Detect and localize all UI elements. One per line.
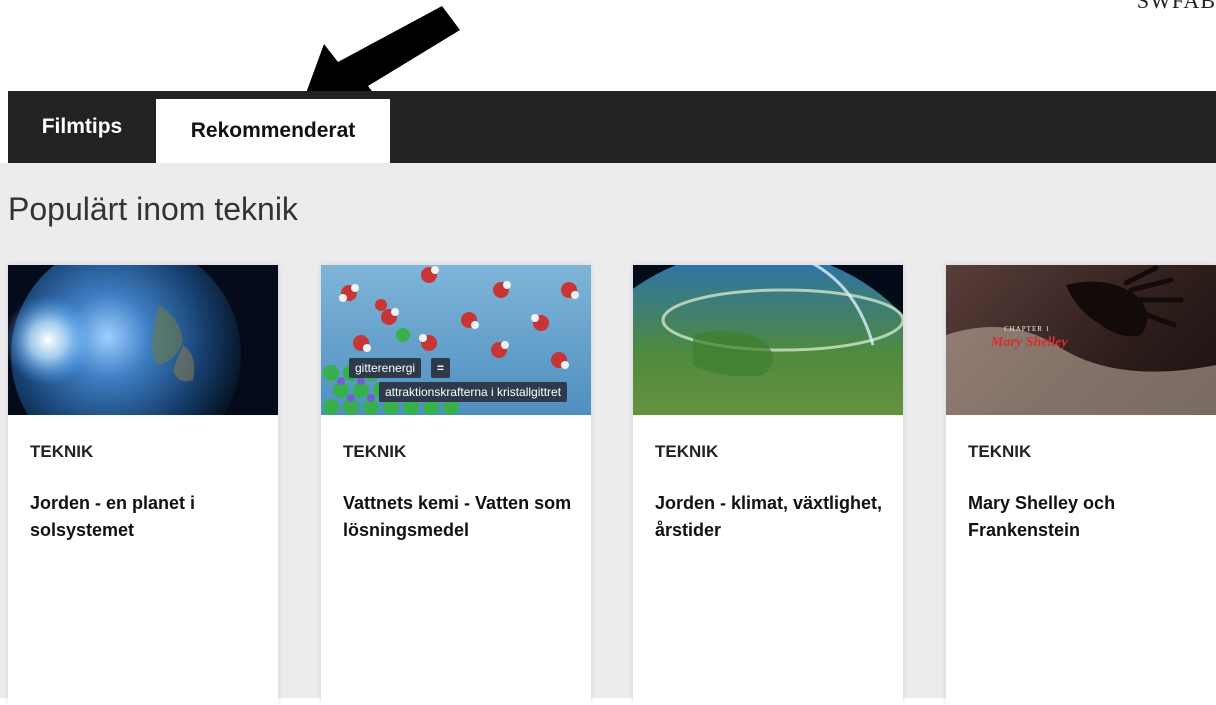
card-category: TEKNIK: [30, 442, 94, 461]
video-thumbnail: [8, 265, 278, 415]
formula-description: attraktionskrafterna i kristallgittret: [379, 382, 568, 402]
video-card[interactable]: CHAPTER 1 Mary Shelley TEKNIK Mary Shell…: [946, 265, 1216, 705]
card-category: TEKNIK: [968, 442, 1032, 461]
formula-label: gitterenergi: [349, 358, 422, 378]
video-thumbnail: CHAPTER 1 Mary Shelley: [946, 265, 1216, 415]
tab-rekommenderat[interactable]: Rekommenderat: [156, 99, 390, 163]
poster-title: Mary Shelley: [991, 335, 1068, 350]
video-thumbnail: [633, 265, 903, 415]
card-title: Vattnets kemi - Vatten som lösningsmedel: [343, 493, 572, 540]
card-title: Mary Shelley och Frankenstein: [968, 493, 1116, 540]
top-nav: Filmtips Rekommenderat: [8, 91, 1216, 163]
card-title: Jorden - en planet i solsystemet: [30, 493, 196, 540]
corner-label: SWFAB: [1136, 0, 1216, 13]
card-category: TEKNIK: [343, 442, 407, 461]
video-card[interactable]: gitterenergi = attraktionskrafterna i kr…: [321, 265, 591, 705]
main-content: Populärt inom teknik TEKNIK Jorden - en …: [0, 163, 1216, 705]
video-thumbnail: gitterenergi = attraktionskrafterna i kr…: [321, 265, 591, 415]
tab-label: Filmtips: [41, 115, 123, 138]
card-category: TEKNIK: [655, 442, 719, 461]
tab-label: Rekommenderat: [190, 119, 356, 142]
equals-symbol: =: [431, 358, 451, 378]
card-title: Jorden - klimat, växtlighet, årstider: [655, 493, 883, 540]
chapter-label: CHAPTER 1: [1004, 325, 1051, 333]
video-card[interactable]: TEKNIK Jorden - klimat, växtlighet, årst…: [633, 265, 903, 705]
video-card[interactable]: TEKNIK Jorden - en planet i solsystemet: [8, 265, 278, 705]
section-title: Populärt inom teknik: [8, 191, 298, 227]
tab-filmtips[interactable]: Filmtips: [8, 91, 156, 163]
